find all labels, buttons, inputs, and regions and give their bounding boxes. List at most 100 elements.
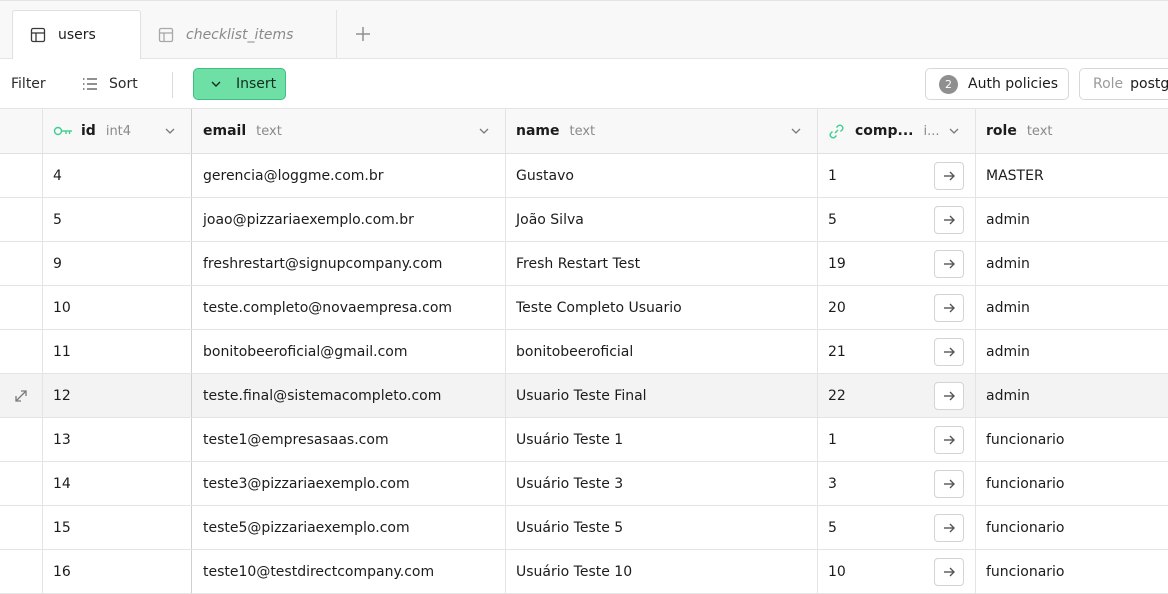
column-header-role[interactable]: role text: [976, 109, 1168, 153]
chevron-down-icon[interactable]: [477, 124, 491, 138]
cell-name[interactable]: Gustavo: [506, 154, 818, 197]
cell-email[interactable]: teste1@empresasaas.com: [192, 418, 506, 461]
tab-users[interactable]: users: [12, 10, 141, 60]
cell-company[interactable]: 20: [818, 286, 976, 329]
cell-id[interactable]: 5: [43, 198, 192, 241]
cell-role[interactable]: admin: [976, 198, 1168, 241]
chevron-down-icon[interactable]: [947, 124, 961, 138]
cell-id[interactable]: 12: [43, 374, 192, 417]
expand-row-icon[interactable]: [12, 387, 30, 405]
table-row[interactable]: 12 teste.final@sistemacompleto.com Usuar…: [0, 374, 1168, 418]
cell-role[interactable]: admin: [976, 242, 1168, 285]
cell-email[interactable]: teste.completo@novaempresa.com: [192, 286, 506, 329]
column-header-company[interactable]: comp... i...: [818, 109, 976, 153]
cell-name[interactable]: Usuário Teste 1: [506, 418, 818, 461]
open-reference-button[interactable]: [934, 294, 964, 322]
row-select-cell[interactable]: [0, 330, 43, 373]
row-select-cell[interactable]: [0, 154, 43, 197]
row-select-cell[interactable]: [0, 242, 43, 285]
column-header-name[interactable]: name text: [506, 109, 818, 153]
column-header-email[interactable]: email text: [192, 109, 506, 153]
cell-company[interactable]: 19: [818, 242, 976, 285]
open-reference-button[interactable]: [934, 426, 964, 454]
cell-role[interactable]: funcionario: [976, 418, 1168, 461]
cell-role[interactable]: admin: [976, 330, 1168, 373]
chevron-down-icon[interactable]: [163, 124, 177, 138]
row-select-cell[interactable]: [0, 374, 43, 417]
table-row[interactable]: 4 gerencia@loggme.com.br Gustavo 1 MASTE…: [0, 154, 1168, 198]
cell-name[interactable]: bonitobeeroficial: [506, 330, 818, 373]
table-row[interactable]: 15 teste5@pizzariaexemplo.com Usuário Te…: [0, 506, 1168, 550]
table-row[interactable]: 16 teste10@testdirectcompany.com Usuário…: [0, 550, 1168, 594]
filter-button[interactable]: Filter: [11, 59, 46, 109]
table-row[interactable]: 11 bonitobeeroficial@gmail.com bonitobee…: [0, 330, 1168, 374]
open-reference-button[interactable]: [934, 162, 964, 190]
cell-role[interactable]: admin: [976, 374, 1168, 417]
cell-name[interactable]: Fresh Restart Test: [506, 242, 818, 285]
cell-name[interactable]: Teste Completo Usuario: [506, 286, 818, 329]
cell-name[interactable]: Usuario Teste Final: [506, 374, 818, 417]
tab-checklist-items[interactable]: checklist_items: [141, 10, 337, 60]
column-header-id[interactable]: id int4: [43, 109, 192, 153]
open-reference-button[interactable]: [934, 338, 964, 366]
cell-email[interactable]: gerencia@loggme.com.br: [192, 154, 506, 197]
add-tab-icon[interactable]: [352, 23, 374, 45]
cell-id[interactable]: 10: [43, 286, 192, 329]
cell-id[interactable]: 14: [43, 462, 192, 505]
cell-email[interactable]: teste5@pizzariaexemplo.com: [192, 506, 506, 549]
cell-company[interactable]: 3: [818, 462, 976, 505]
cell-company[interactable]: 1: [818, 154, 976, 197]
table-row[interactable]: 10 teste.completo@novaempresa.com Teste …: [0, 286, 1168, 330]
sort-button[interactable]: Sort: [82, 59, 138, 109]
cell-id[interactable]: 4: [43, 154, 192, 197]
cell-role[interactable]: MASTER: [976, 154, 1168, 197]
cell-role[interactable]: admin: [976, 286, 1168, 329]
table-row[interactable]: 5 joao@pizzariaexemplo.com.br João Silva…: [0, 198, 1168, 242]
cell-company[interactable]: 5: [818, 506, 976, 549]
cell-id[interactable]: 16: [43, 550, 192, 593]
role-selector[interactable]: Role postgres: [1079, 68, 1168, 100]
column-name: name: [516, 123, 560, 139]
cell-company[interactable]: 22: [818, 374, 976, 417]
open-reference-button[interactable]: [934, 250, 964, 278]
cell-id[interactable]: 15: [43, 506, 192, 549]
chevron-down-icon[interactable]: [789, 124, 803, 138]
open-reference-button[interactable]: [934, 514, 964, 542]
table-row[interactable]: 14 teste3@pizzariaexemplo.com Usuário Te…: [0, 462, 1168, 506]
cell-email[interactable]: joao@pizzariaexemplo.com.br: [192, 198, 506, 241]
cell-company[interactable]: 1: [818, 418, 976, 461]
cell-name[interactable]: João Silva: [506, 198, 818, 241]
cell-name[interactable]: Usuário Teste 10: [506, 550, 818, 593]
cell-company[interactable]: 21: [818, 330, 976, 373]
row-select-cell[interactable]: [0, 198, 43, 241]
open-reference-button[interactable]: [934, 470, 964, 498]
open-reference-button[interactable]: [934, 382, 964, 410]
table-row[interactable]: 9 freshrestart@signupcompany.com Fresh R…: [0, 242, 1168, 286]
auth-policies-button[interactable]: 2 Auth policies: [925, 68, 1069, 100]
cell-id[interactable]: 13: [43, 418, 192, 461]
table-row[interactable]: 13 teste1@empresasaas.com Usuário Teste …: [0, 418, 1168, 462]
cell-role[interactable]: funcionario: [976, 550, 1168, 593]
row-select-cell[interactable]: [0, 506, 43, 549]
insert-button[interactable]: Insert: [193, 68, 286, 100]
open-reference-button[interactable]: [934, 558, 964, 586]
row-select-cell[interactable]: [0, 418, 43, 461]
cell-name[interactable]: Usuário Teste 3: [506, 462, 818, 505]
cell-company[interactable]: 5: [818, 198, 976, 241]
open-reference-button[interactable]: [934, 206, 964, 234]
cell-email[interactable]: teste10@testdirectcompany.com: [192, 550, 506, 593]
row-select-cell[interactable]: [0, 286, 43, 329]
cell-company[interactable]: 10: [818, 550, 976, 593]
cell-email[interactable]: teste3@pizzariaexemplo.com: [192, 462, 506, 505]
cell-id[interactable]: 9: [43, 242, 192, 285]
cell-name[interactable]: Usuário Teste 5: [506, 506, 818, 549]
cell-role[interactable]: funcionario: [976, 462, 1168, 505]
cell-role[interactable]: funcionario: [976, 506, 1168, 549]
cell-email[interactable]: freshrestart@signupcompany.com: [192, 242, 506, 285]
row-select-cell[interactable]: [0, 462, 43, 505]
cell-email[interactable]: teste.final@sistemacompleto.com: [192, 374, 506, 417]
cell-email[interactable]: bonitobeeroficial@gmail.com: [192, 330, 506, 373]
grid-header-row: id int4 email text name text comp... i..…: [0, 109, 1168, 154]
row-select-cell[interactable]: [0, 550, 43, 593]
cell-id[interactable]: 11: [43, 330, 192, 373]
